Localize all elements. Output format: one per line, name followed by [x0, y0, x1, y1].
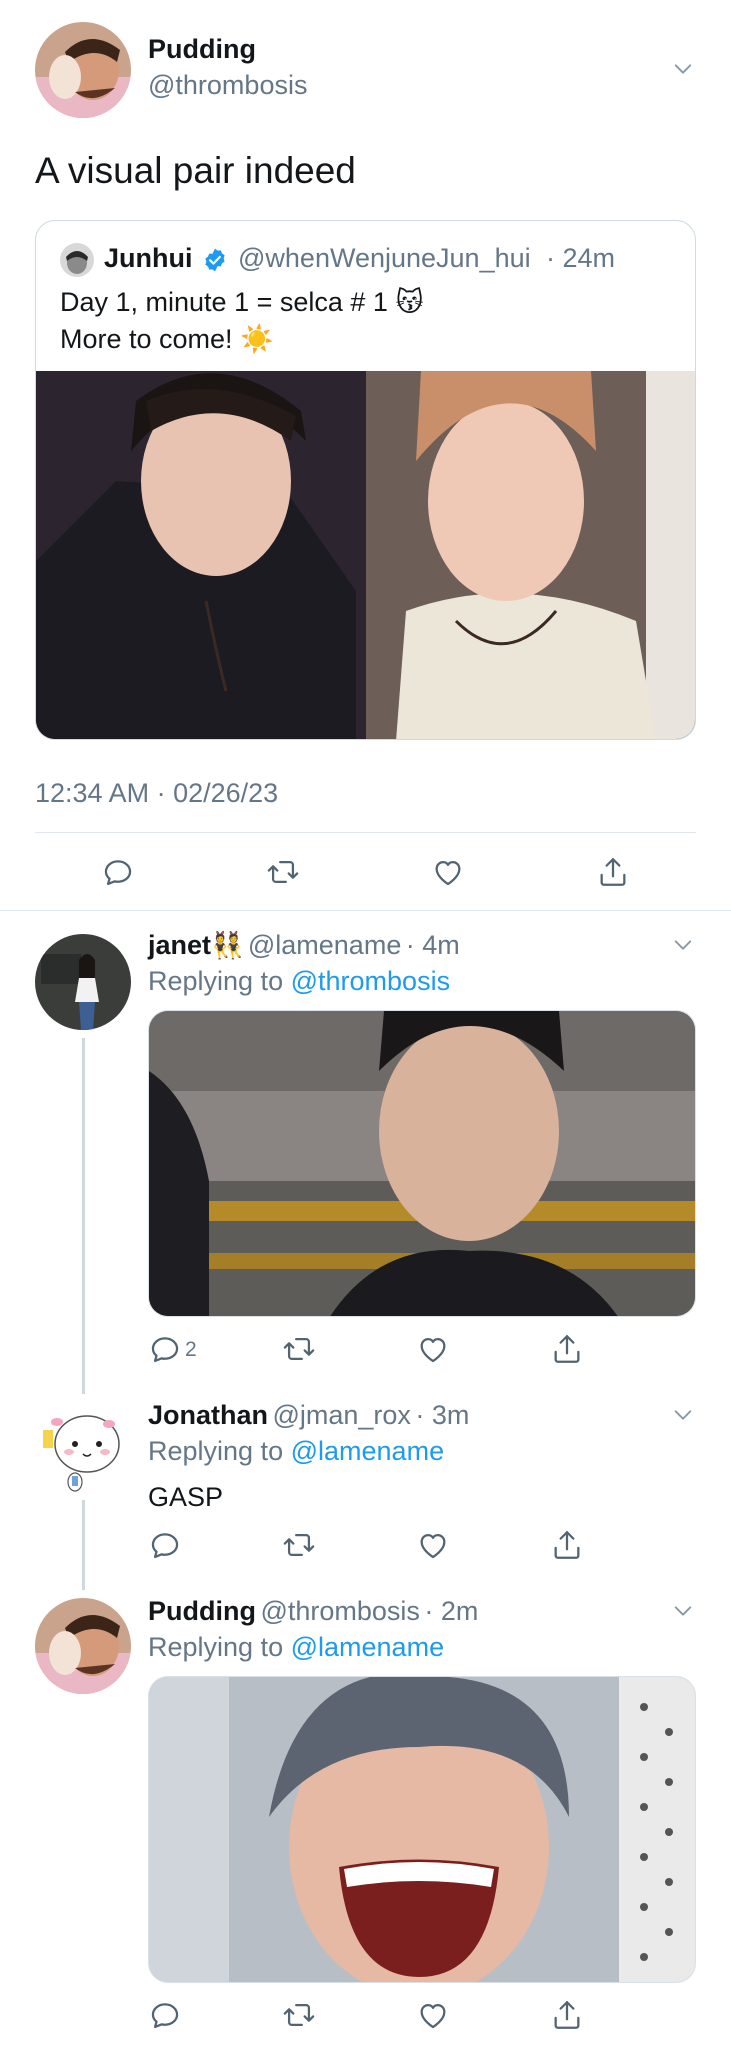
retweet-button[interactable]: [266, 855, 300, 889]
user-handle[interactable]: @jman_rox: [272, 1400, 410, 1430]
share-icon: [596, 855, 630, 889]
reply-button[interactable]: [101, 855, 135, 889]
user-handle[interactable]: @lamename: [248, 930, 401, 960]
retweet-icon: [282, 1332, 316, 1366]
divider: [35, 832, 696, 833]
section-divider: [0, 910, 731, 911]
chevron-down-icon[interactable]: [672, 1404, 694, 1426]
tweet-time: · 24m: [546, 243, 616, 273]
reply-icon: [148, 1998, 182, 2032]
chevron-down-icon[interactable]: [672, 1600, 694, 1622]
dancers-emoji: 👯: [211, 930, 244, 960]
heart-icon: [416, 1528, 450, 1562]
reply-photo[interactable]: [148, 1010, 696, 1317]
avatar[interactable]: [35, 1598, 131, 1694]
tweet-time: · 2m: [424, 1596, 479, 1626]
display-name[interactable]: Jonathan: [148, 1400, 268, 1430]
retweet-button[interactable]: [282, 1528, 316, 1562]
retweet-icon: [282, 1998, 316, 2032]
thread-line: [82, 1500, 85, 1590]
sun-emoji: ☀️: [240, 324, 274, 354]
retweet-icon: [266, 855, 300, 889]
quoted-text: More to come!: [60, 324, 233, 354]
reply-photo[interactable]: [148, 1676, 696, 1983]
replying-to-link[interactable]: @lamename: [291, 1436, 444, 1466]
reply-icon: [101, 855, 135, 889]
reply-icon: [148, 1528, 182, 1562]
chevron-down-icon[interactable]: [672, 58, 694, 80]
replying-to-label: Replying to: [148, 1632, 284, 1662]
heart-icon: [416, 1332, 450, 1366]
avatar[interactable]: [35, 1400, 131, 1496]
heart-icon: [431, 855, 465, 889]
avatar: [60, 243, 94, 277]
tweet-text: A visual pair indeed: [35, 150, 356, 191]
share-icon: [550, 1998, 584, 2032]
avatar[interactable]: [35, 22, 131, 118]
tweet-time: · 4m: [405, 930, 460, 960]
quoted-text-line: More to come! ☀️: [60, 323, 274, 355]
retweet-button[interactable]: [282, 1998, 316, 2032]
share-icon: [550, 1332, 584, 1366]
heart-icon: [416, 1998, 450, 2032]
display-name[interactable]: Pudding: [148, 1596, 256, 1626]
like-button[interactable]: [416, 1998, 450, 2032]
quoted-tweet-card[interactable]: Junhui @whenWenjuneJun_hui · 24m Day 1, …: [35, 220, 696, 740]
reply-count: 2: [185, 1338, 197, 1361]
reply-button[interactable]: [148, 1528, 182, 1562]
reply-header: Jonathan @jman_rox · 3m: [148, 1400, 469, 1431]
share-button[interactable]: [550, 1332, 584, 1366]
thread-line: [82, 1038, 85, 1394]
replying-to: Replying to @thrombosis: [148, 966, 450, 997]
kissing-cat-emoji: 😽: [395, 287, 424, 317]
user-handle: @whenWenjuneJun_hui: [238, 243, 531, 273]
display-name[interactable]: Pudding: [148, 34, 256, 65]
replying-to-link[interactable]: @lamename: [291, 1632, 444, 1662]
tweet-text: GASP: [148, 1482, 224, 1512]
share-icon: [550, 1528, 584, 1562]
quoted-tweet-photo[interactable]: [36, 371, 695, 739]
quoted-text: Day 1, minute 1 = selca # 1: [60, 287, 388, 317]
reply-header: janet👯 @lamename · 4m: [148, 930, 460, 961]
retweet-button[interactable]: [282, 1332, 316, 1366]
display-name: Junhui: [104, 243, 193, 273]
share-button[interactable]: [596, 855, 630, 889]
display-name[interactable]: janet: [148, 930, 211, 960]
reply-header: Pudding @thrombosis · 2m: [148, 1596, 478, 1627]
like-button[interactable]: [431, 855, 465, 889]
replying-to-link[interactable]: @thrombosis: [291, 966, 450, 996]
verified-badge-icon: [205, 248, 225, 272]
replying-to-label: Replying to: [148, 966, 284, 996]
retweet-icon: [282, 1528, 316, 1562]
tweet-time: · 3m: [415, 1400, 470, 1430]
share-button[interactable]: [550, 1998, 584, 2032]
user-handle[interactable]: @thrombosis: [260, 1596, 419, 1626]
like-button[interactable]: [416, 1528, 450, 1562]
reply-button[interactable]: [148, 1998, 182, 2032]
reply-button[interactable]: [148, 1332, 182, 1366]
replying-to-label: Replying to: [148, 1436, 284, 1466]
quoted-text-line: Day 1, minute 1 = selca # 1 😽: [60, 287, 424, 318]
user-handle[interactable]: @thrombosis: [148, 70, 307, 101]
share-button[interactable]: [550, 1528, 584, 1562]
replying-to: Replying to @lamename: [148, 1632, 444, 1663]
chevron-down-icon[interactable]: [672, 934, 694, 956]
replying-to: Replying to @lamename: [148, 1436, 444, 1467]
tweet-timestamp: 12:34 AM · 02/26/23: [35, 778, 279, 808]
avatar[interactable]: [35, 934, 131, 1030]
reply-icon: [148, 1332, 182, 1366]
like-button[interactable]: [416, 1332, 450, 1366]
